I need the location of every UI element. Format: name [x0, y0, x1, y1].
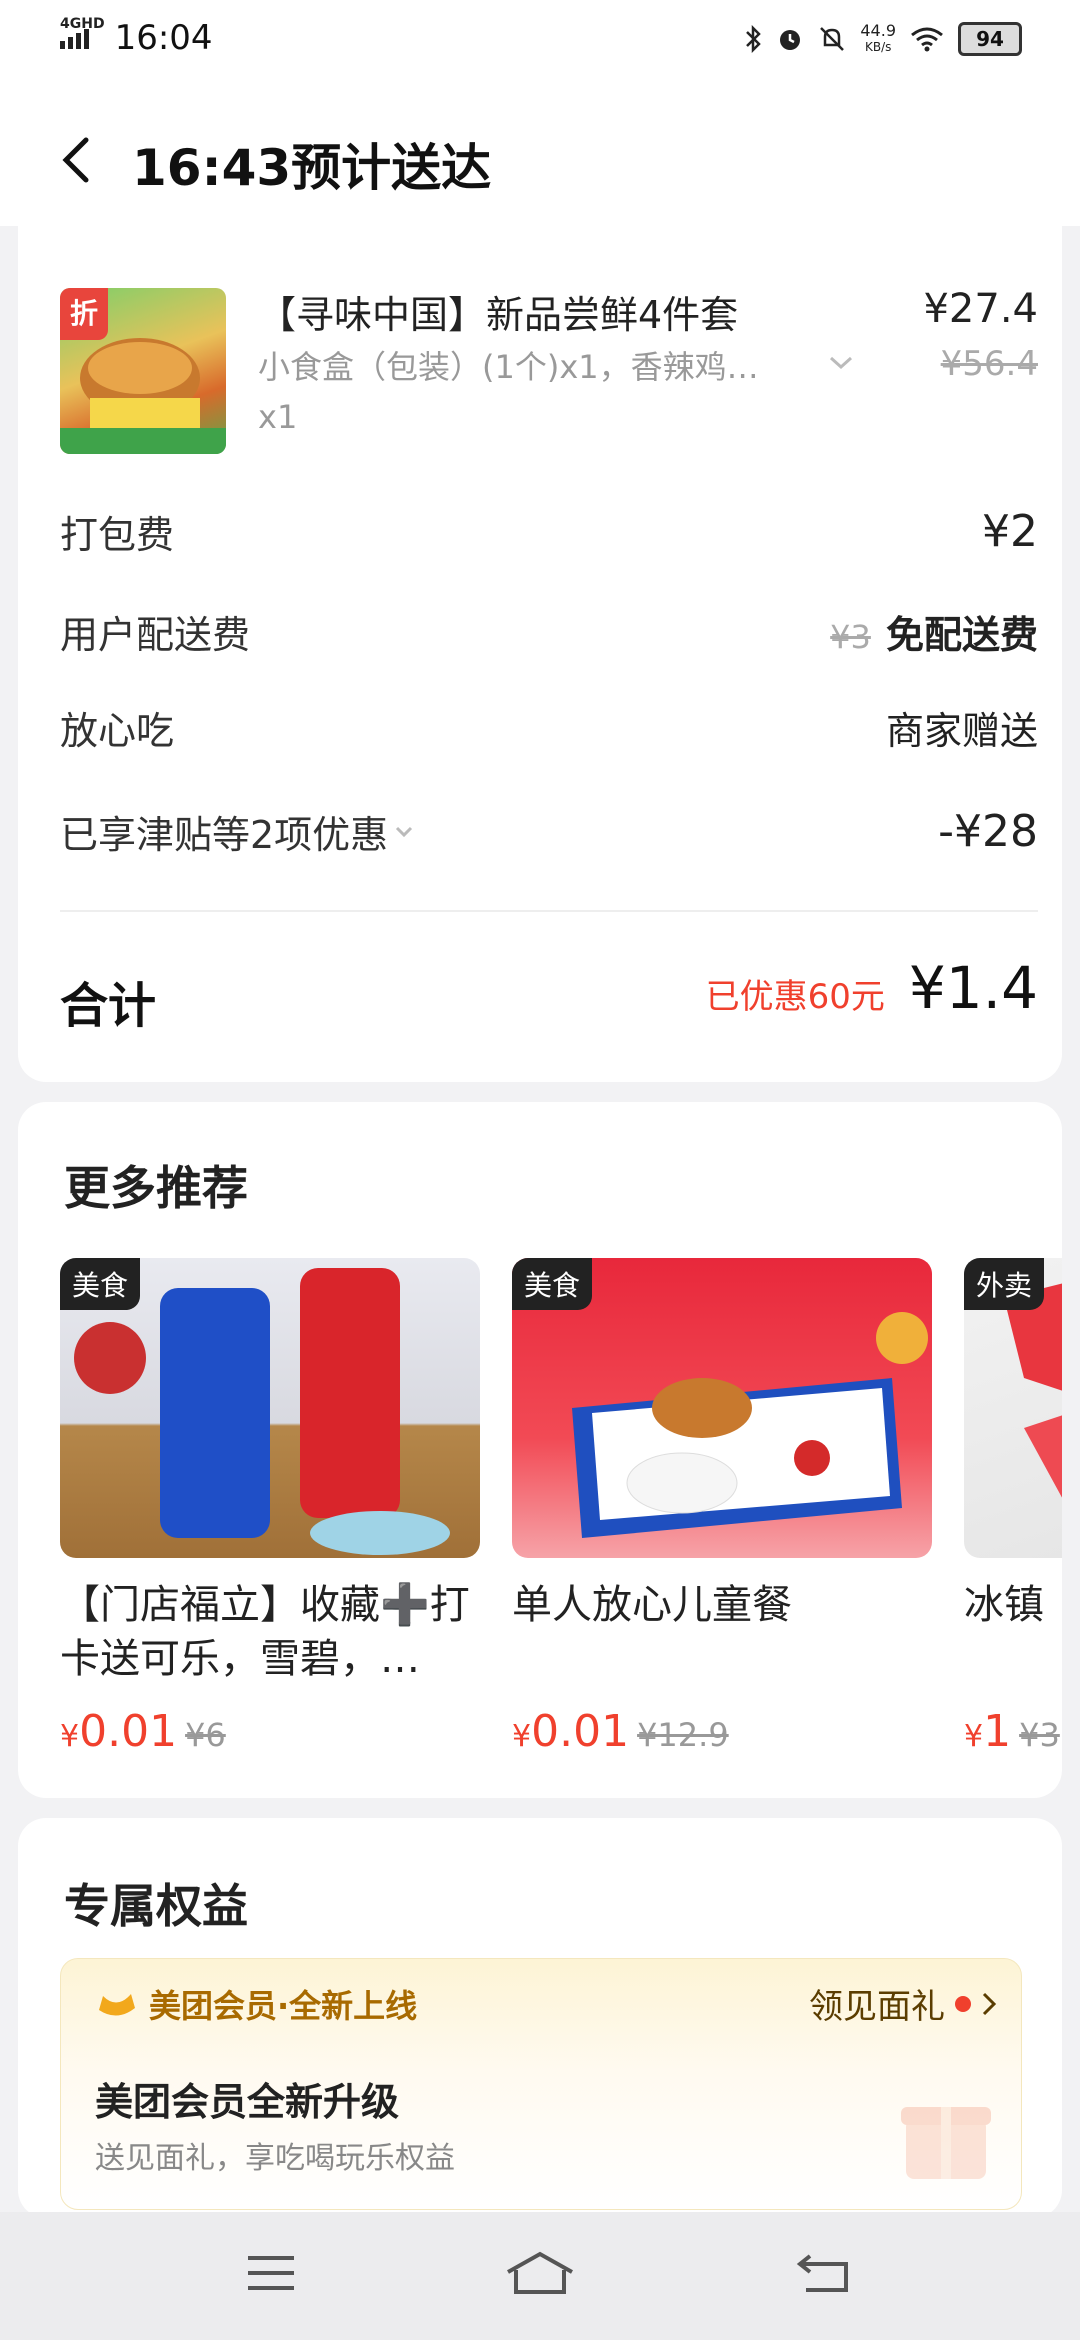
delivery-fee-label: 用户配送费 — [60, 613, 251, 657]
benefits-card: 专属权益 美团会员·全新上线 领见面礼 美团会员全新升级 送见面礼，享吃喝玩乐权… — [18, 1818, 1062, 2218]
recommend-name: 【门店福立】收藏➕打卡送可乐，雪碧，… — [60, 1582, 470, 1682]
total-label: 合计 — [60, 978, 157, 1034]
recommend-item[interactable]: 美食 单人放心儿童餐 ¥ 0.01 ¥12.9 — [512, 1258, 932, 1757]
recommend-item[interactable]: 美食 【门店福立】收藏➕打卡送可乐，雪碧，… ¥ 0.01 ¥6 — [60, 1258, 480, 1757]
price-currency: ¥ — [964, 1719, 984, 1754]
discounts-row[interactable]: 已享津贴等2项优惠 -¥28 — [60, 804, 1038, 859]
vip-promo[interactable]: 美团会员·全新上线 领见面礼 美团会员全新升级 送见面礼，享吃喝玩乐权益 — [60, 1958, 1022, 2210]
product-thumbnail[interactable]: 折 — [60, 288, 226, 454]
vip-brand-text: 美团会员·全新上线 — [149, 1987, 418, 2025]
recommend-title: 更多推荐 — [64, 1161, 248, 1215]
chevron-right-icon — [982, 1992, 997, 2015]
recommend-price: ¥ 1 ¥3 — [964, 1706, 1062, 1757]
total-value: ¥1.4 — [908, 954, 1038, 1022]
total-summary: 已优惠60元 ¥1.4 — [706, 954, 1038, 1022]
page-title: 16:43预计送达 — [132, 139, 492, 197]
chevron-down-icon[interactable] — [828, 354, 854, 372]
recommend-name: 单人放心儿童餐 — [512, 1582, 792, 1628]
notification-dot — [955, 1995, 971, 2012]
home-icon[interactable] — [504, 2248, 576, 2298]
vip-gift-text: 领见面礼 — [809, 1987, 945, 2027]
alarm-icon — [780, 30, 801, 50]
recommend-image[interactable]: 外卖 — [964, 1258, 1062, 1558]
header-bar: 16:43预计送达 — [0, 90, 1080, 226]
back-arrow-icon[interactable] — [56, 136, 96, 184]
recommend-badge: 外卖 — [964, 1258, 1045, 1310]
recommend-card: 更多推荐 美食 【门店福立】收藏➕打卡送可乐，雪碧，… ¥ 0.01 ¥6 美食… — [18, 1102, 1062, 1798]
discounts-label-group[interactable]: 已享津贴等2项优惠 — [60, 804, 414, 859]
packing-fee-label: 打包费 — [60, 513, 175, 557]
product-name: 【寻味中国】新品尝鲜4件套 — [258, 293, 739, 337]
recommend-name: 冰镇 — [964, 1582, 1044, 1628]
net-speed-unit: KB/s — [864, 40, 892, 54]
recommend-item[interactable]: 外卖 冰镇 ¥ 1 ¥3 — [964, 1258, 1062, 1757]
assurance-row: 放心吃 商家赠送 — [60, 700, 1038, 755]
assurance-value: 商家赠送 — [885, 709, 1038, 753]
delivery-fee-row: 用户配送费 ¥3 免配送费 — [60, 604, 1038, 659]
price-original: ¥3 — [1019, 1716, 1060, 1754]
product-original-price: ¥56.4 — [940, 344, 1038, 384]
recommend-badge: 美食 — [60, 1258, 141, 1310]
network-type: 4GHD — [60, 16, 105, 32]
packing-fee-value: ¥2 — [982, 506, 1038, 557]
recommend-price: ¥ 0.01 ¥6 — [60, 1706, 480, 1757]
menu-icon[interactable] — [244, 2248, 298, 2298]
status-time: 16:04 — [114, 18, 213, 58]
status-right: 44.9 KB/s 94 — [744, 22, 1022, 56]
system-nav-bar — [0, 2212, 1080, 2340]
meituan-member-icon — [99, 1994, 135, 2016]
bluetooth-icon — [746, 25, 762, 53]
order-summary-card: 折 【寻味中国】新品尝鲜4件套 小食盒（包装）(1个)x1，香辣鸡… x1 ¥2… — [18, 226, 1062, 1082]
product-price: ¥27.4 — [923, 286, 1038, 332]
price-now: 0.01 — [531, 1706, 630, 1757]
back-icon[interactable] — [796, 2248, 852, 2298]
product-quantity: x1 — [258, 398, 298, 436]
status-left: 4GHD 16:04 — [60, 16, 213, 58]
price-currency: ¥ — [512, 1719, 532, 1754]
vip-card-subtitle: 送见面礼，享吃喝玩乐权益 — [95, 2141, 455, 2176]
price-original: ¥12.9 — [637, 1716, 729, 1754]
vip-card-title: 美团会员全新升级 — [95, 2080, 400, 2124]
recommend-price: ¥ 0.01 ¥12.9 — [512, 1706, 932, 1757]
mute-icon — [820, 27, 845, 51]
status-bar: 4GHD 16:04 44.9 KB/s 94 — [0, 0, 1080, 90]
food-image — [60, 338, 226, 454]
recommend-image[interactable]: 美食 — [512, 1258, 932, 1558]
vip-gift-link[interactable]: 领见面礼 — [809, 1979, 997, 2028]
price-original: ¥6 — [185, 1716, 226, 1754]
chevron-down-icon — [396, 826, 413, 837]
delivery-fee-values: ¥3 免配送费 — [830, 604, 1038, 659]
wifi-icon — [911, 27, 943, 52]
product-description: 小食盒（包装）(1个)x1，香辣鸡… — [258, 348, 759, 386]
recommend-badge: 美食 — [512, 1258, 593, 1310]
recommend-image[interactable]: 美食 — [60, 1258, 480, 1558]
benefits-title: 专属权益 — [64, 1879, 248, 1933]
net-speed-value: 44.9 — [860, 21, 896, 40]
divider — [60, 910, 1038, 912]
delivery-fee-value: 免配送费 — [885, 613, 1038, 657]
gift-box-icon — [901, 2107, 991, 2179]
battery-indicator: 94 — [958, 22, 1022, 56]
discounts-value: -¥28 — [938, 806, 1038, 857]
vip-brand: 美团会员·全新上线 — [95, 1981, 417, 2027]
delivery-fee-original: ¥3 — [830, 618, 871, 656]
total-saved: 已优惠60元 — [705, 977, 885, 1017]
price-currency: ¥ — [60, 1719, 80, 1754]
discounts-label: 已享津贴等2项优惠 — [60, 813, 389, 857]
price-now: 1 — [983, 1706, 1012, 1757]
net-speed: 44.9 KB/s — [860, 23, 896, 55]
battery-level: 94 — [976, 27, 1004, 51]
packing-fee-row: 打包费 ¥2 — [60, 504, 1038, 559]
assurance-label: 放心吃 — [60, 709, 175, 753]
price-now: 0.01 — [79, 1706, 178, 1757]
